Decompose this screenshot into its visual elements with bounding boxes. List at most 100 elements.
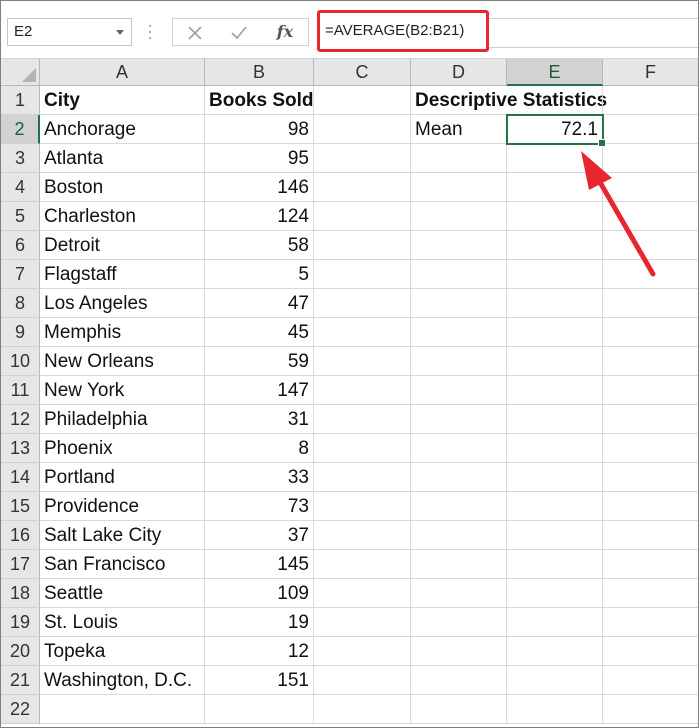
cell-d13[interactable]	[411, 434, 507, 463]
cell-a9[interactable]: Memphis	[40, 318, 205, 347]
cell-f6[interactable]	[603, 231, 698, 260]
row-header-6[interactable]: 6	[1, 231, 40, 260]
cell-b17[interactable]: 145	[205, 550, 314, 579]
cell-b7[interactable]: 5	[205, 260, 314, 289]
cell-d21[interactable]	[411, 666, 507, 695]
cell-a4[interactable]: Boston	[40, 173, 205, 202]
cell-e17[interactable]	[507, 550, 603, 579]
cell-b13[interactable]: 8	[205, 434, 314, 463]
cell-c1[interactable]	[314, 86, 411, 115]
check-icon[interactable]	[219, 19, 259, 45]
cell-f9[interactable]	[603, 318, 698, 347]
cell-b4[interactable]: 146	[205, 173, 314, 202]
cell-c13[interactable]	[314, 434, 411, 463]
cell-a2[interactable]: Anchorage	[40, 115, 205, 144]
cell-e4[interactable]	[507, 173, 603, 202]
cell-d9[interactable]	[411, 318, 507, 347]
x-icon[interactable]	[175, 19, 215, 45]
cell-a11[interactable]: New York	[40, 376, 205, 405]
row-header-10[interactable]: 10	[1, 347, 40, 376]
cell-d1[interactable]: Descriptive Statistics	[411, 86, 607, 115]
cell-f22[interactable]	[603, 695, 698, 724]
active-cell-selection[interactable]	[506, 114, 606, 147]
cell-e22[interactable]	[507, 695, 603, 724]
cell-e18[interactable]	[507, 579, 603, 608]
formula-input[interactable]: =AVERAGE(B2:B21)	[317, 10, 489, 52]
cell-a7[interactable]: Flagstaff	[40, 260, 205, 289]
column-header-a[interactable]: A	[40, 59, 205, 86]
cell-f5[interactable]	[603, 202, 698, 231]
cell-a22[interactable]	[40, 695, 205, 724]
cell-d18[interactable]	[411, 579, 507, 608]
cell-b15[interactable]: 73	[205, 492, 314, 521]
cell-c18[interactable]	[314, 579, 411, 608]
cell-a15[interactable]: Providence	[40, 492, 205, 521]
cell-d4[interactable]	[411, 173, 507, 202]
row-header-2[interactable]: 2	[1, 115, 40, 144]
cell-a1[interactable]: City	[40, 86, 205, 115]
cell-b10[interactable]: 59	[205, 347, 314, 376]
cell-b20[interactable]: 12	[205, 637, 314, 666]
select-all-button[interactable]	[1, 59, 40, 86]
cell-d22[interactable]	[411, 695, 507, 724]
cell-c14[interactable]	[314, 463, 411, 492]
cell-a18[interactable]: Seattle	[40, 579, 205, 608]
row-header-21[interactable]: 21	[1, 666, 40, 695]
cell-b12[interactable]: 31	[205, 405, 314, 434]
cell-f8[interactable]	[603, 289, 698, 318]
cell-b19[interactable]: 19	[205, 608, 314, 637]
cell-c22[interactable]	[314, 695, 411, 724]
cell-e9[interactable]	[507, 318, 603, 347]
cell-d17[interactable]	[411, 550, 507, 579]
cell-c4[interactable]	[314, 173, 411, 202]
column-header-c[interactable]: C	[314, 59, 411, 86]
cell-f15[interactable]	[603, 492, 698, 521]
cell-d15[interactable]	[411, 492, 507, 521]
cell-c17[interactable]	[314, 550, 411, 579]
cell-a14[interactable]: Portland	[40, 463, 205, 492]
cell-f10[interactable]	[603, 347, 698, 376]
cell-a5[interactable]: Charleston	[40, 202, 205, 231]
chevron-down-icon[interactable]	[116, 30, 124, 35]
cell-f11[interactable]	[603, 376, 698, 405]
cell-b6[interactable]: 58	[205, 231, 314, 260]
cell-b5[interactable]: 124	[205, 202, 314, 231]
cell-b11[interactable]: 147	[205, 376, 314, 405]
row-header-15[interactable]: 15	[1, 492, 40, 521]
cell-f4[interactable]	[603, 173, 698, 202]
row-header-8[interactable]: 8	[1, 289, 40, 318]
cell-e15[interactable]	[507, 492, 603, 521]
row-header-9[interactable]: 9	[1, 318, 40, 347]
cell-e14[interactable]	[507, 463, 603, 492]
cell-e6[interactable]	[507, 231, 603, 260]
cell-a21[interactable]: Washington, D.C.	[40, 666, 205, 695]
cell-a16[interactable]: Salt Lake City	[40, 521, 205, 550]
row-header-7[interactable]: 7	[1, 260, 40, 289]
cell-b8[interactable]: 47	[205, 289, 314, 318]
cell-b18[interactable]: 109	[205, 579, 314, 608]
cell-a6[interactable]: Detroit	[40, 231, 205, 260]
cell-c9[interactable]	[314, 318, 411, 347]
cell-d6[interactable]	[411, 231, 507, 260]
row-header-18[interactable]: 18	[1, 579, 40, 608]
cell-c10[interactable]	[314, 347, 411, 376]
row-header-4[interactable]: 4	[1, 173, 40, 202]
row-header-1[interactable]: 1	[1, 86, 40, 115]
cell-d2[interactable]: Mean	[411, 115, 507, 144]
row-header-22[interactable]: 22	[1, 695, 40, 724]
cell-c21[interactable]	[314, 666, 411, 695]
cell-a19[interactable]: St. Louis	[40, 608, 205, 637]
cell-a3[interactable]: Atlanta	[40, 144, 205, 173]
column-header-b[interactable]: B	[205, 59, 314, 86]
cell-b14[interactable]: 33	[205, 463, 314, 492]
cell-f20[interactable]	[603, 637, 698, 666]
cell-e10[interactable]	[507, 347, 603, 376]
cell-d16[interactable]	[411, 521, 507, 550]
row-header-14[interactable]: 14	[1, 463, 40, 492]
insert-function-button[interactable]: fx	[265, 19, 305, 45]
cell-e13[interactable]	[507, 434, 603, 463]
row-header-5[interactable]: 5	[1, 202, 40, 231]
cell-e11[interactable]	[507, 376, 603, 405]
cell-f16[interactable]	[603, 521, 698, 550]
cell-d3[interactable]	[411, 144, 507, 173]
